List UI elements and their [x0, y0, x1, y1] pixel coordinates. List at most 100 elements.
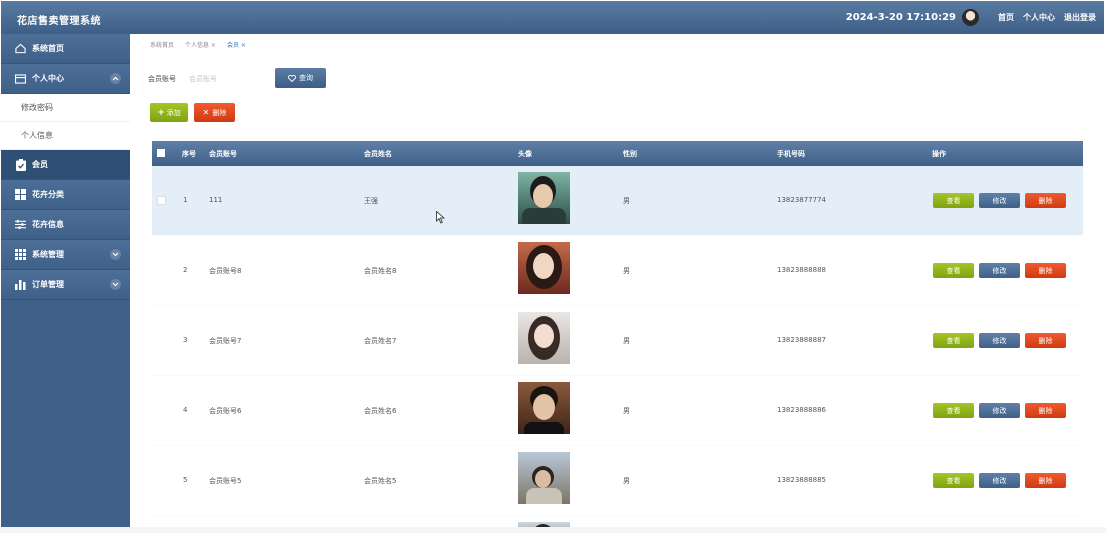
member-avatar	[518, 382, 570, 434]
heart-icon	[288, 74, 296, 82]
home-icon	[15, 43, 26, 54]
row-name: 王强	[364, 197, 378, 205]
window-bottom-edge	[0, 527, 1106, 533]
row-delete-button[interactable]: 删除	[1025, 403, 1066, 418]
tab-member[interactable]: 会员 ×	[227, 40, 246, 49]
row-name: 会员姓名5	[364, 477, 397, 485]
add-button-label: 添加	[166, 108, 181, 117]
search-label: 会员账号	[148, 75, 176, 83]
row-phone: 13823888885	[777, 476, 826, 484]
sidebar-item-member[interactable]: 会员	[1, 150, 130, 180]
sidebar-item-label: 花卉信息	[32, 220, 64, 229]
member-avatar	[518, 242, 570, 294]
edit-button[interactable]: 修改	[979, 473, 1020, 488]
row-delete-button[interactable]: 删除	[1025, 333, 1066, 348]
row-phone: 13823888887	[777, 336, 826, 344]
mouse-cursor-icon	[436, 211, 445, 224]
view-button[interactable]: 查看	[933, 193, 974, 208]
row-index: 1	[183, 196, 188, 204]
row-phone: 13823888888	[777, 266, 826, 274]
tab-personal-info[interactable]: 个人信息 ×	[185, 40, 216, 49]
row-index: 5	[183, 476, 188, 484]
card-icon	[15, 73, 26, 84]
sidebar-item-label: 个人中心	[32, 74, 64, 83]
row-account: 会员账号6	[209, 407, 242, 415]
view-button[interactable]: 查看	[933, 473, 974, 488]
sidebar-item-flower-category[interactable]: 花卉分类	[1, 180, 130, 210]
search-input[interactable]	[187, 71, 269, 87]
sidebar-item-order-management[interactable]: 订单管理	[1, 270, 130, 300]
member-avatar	[518, 312, 570, 364]
row-account: 会员账号5	[209, 477, 242, 485]
row-account: 会员账号7	[209, 337, 242, 345]
add-button[interactable]: + 添加	[150, 103, 188, 122]
column-header-account: 会员账号	[209, 150, 237, 158]
select-all-checkbox[interactable]	[157, 149, 165, 159]
column-header-phone: 手机号码	[777, 150, 805, 158]
sliders-icon	[15, 219, 26, 230]
top-header: 花店售卖管理系统 2024-3-20 17:10:29 首页 个人中心 退出登录	[1, 1, 1104, 34]
row-index: 2	[183, 266, 188, 274]
plus-icon: +	[157, 107, 165, 118]
sidebar: 系统首页 个人中心 修改密码 个人信息 会员 花卉分类 花卉信息 系统管理 订单…	[1, 34, 130, 529]
column-header-avatar: 头像	[518, 150, 532, 158]
user-avatar[interactable]	[962, 9, 979, 26]
view-button[interactable]: 查看	[933, 333, 974, 348]
grid-icon	[15, 189, 26, 200]
tab-home[interactable]: 系统首页	[150, 40, 174, 49]
row-name: 会员姓名8	[364, 267, 397, 275]
row-index: 3	[183, 336, 188, 344]
edit-button[interactable]: 修改	[979, 333, 1020, 348]
row-phone: 13823877774	[777, 196, 826, 204]
column-header-index: 序号	[182, 150, 196, 158]
table-header: 序号 会员账号 会员姓名 头像 性别 手机号码 操作	[152, 141, 1083, 166]
current-datetime: 2024-3-20 17:10:29	[845, 12, 956, 23]
sidebar-item-label: 系统管理	[32, 250, 64, 259]
sidebar-item-home[interactable]: 系统首页	[1, 34, 130, 64]
row-account: 111	[209, 196, 223, 204]
row-delete-button[interactable]: 删除	[1025, 193, 1066, 208]
row-index: 4	[183, 406, 188, 414]
close-icon: ✕	[202, 108, 210, 117]
query-button[interactable]: 查询	[275, 68, 326, 88]
row-name: 会员姓名7	[364, 337, 397, 345]
breadcrumb: 系统首页 个人信息 × 会员 ×	[150, 40, 257, 49]
table-row[interactable]: 4 会员账号6 会员姓名6 男 13823888886 查看 修改 删除	[152, 376, 1083, 446]
chevron-down-icon[interactable]	[110, 279, 121, 290]
header-right: 2024-3-20 17:10:29 首页 个人中心 退出登录	[846, 1, 1096, 34]
view-button[interactable]: 查看	[933, 403, 974, 418]
sidebar-subitem-personal-info[interactable]: 个人信息	[1, 122, 130, 150]
sidebar-subitem-change-password[interactable]: 修改密码	[1, 94, 130, 122]
profile-link[interactable]: 个人中心	[1023, 12, 1055, 23]
edit-button[interactable]: 修改	[979, 263, 1020, 278]
delete-button[interactable]: ✕ 删除	[194, 103, 235, 122]
sidebar-item-system-management[interactable]: 系统管理	[1, 240, 130, 270]
table-row[interactable]: 2 会员账号8 会员姓名8 男 13823888888 查看 修改 删除	[152, 236, 1083, 306]
sidebar-item-label: 系统首页	[32, 44, 64, 53]
edit-button[interactable]: 修改	[979, 403, 1020, 418]
row-delete-button[interactable]: 删除	[1025, 263, 1066, 278]
home-link[interactable]: 首页	[998, 12, 1014, 23]
logout-link[interactable]: 退出登录	[1064, 12, 1096, 23]
member-avatar	[518, 172, 570, 224]
chevron-up-icon[interactable]	[110, 73, 121, 84]
chevron-down-icon[interactable]	[110, 249, 121, 260]
row-phone: 13823888886	[777, 406, 826, 414]
column-header-gender: 性别	[623, 150, 637, 158]
row-checkbox[interactable]	[157, 196, 166, 207]
view-button[interactable]: 查看	[933, 263, 974, 278]
edit-button[interactable]: 修改	[979, 193, 1020, 208]
table-row[interactable]: 5 会员账号5 会员姓名5 男 13823888885 查看 修改 删除	[152, 446, 1083, 516]
apps-icon	[15, 249, 26, 260]
row-gender: 男	[623, 337, 630, 345]
query-button-label: 查询	[299, 74, 313, 82]
app-window: 花店售卖管理系统 2024-3-20 17:10:29 首页 个人中心 退出登录…	[1, 1, 1104, 529]
table-row[interactable]: 1 111 王强 男 13823877774 查看 修改 删除	[152, 166, 1083, 236]
sidebar-item-label: 订单管理	[32, 280, 64, 289]
column-header-name: 会员姓名	[364, 150, 392, 158]
sidebar-item-flower-info[interactable]: 花卉信息	[1, 210, 130, 240]
sidebar-item-personal-center[interactable]: 个人中心	[1, 64, 130, 94]
delete-button-label: 删除	[212, 108, 227, 117]
row-delete-button[interactable]: 删除	[1025, 473, 1066, 488]
table-row[interactable]: 3 会员账号7 会员姓名7 男 13823888887 查看 修改 删除	[152, 306, 1083, 376]
